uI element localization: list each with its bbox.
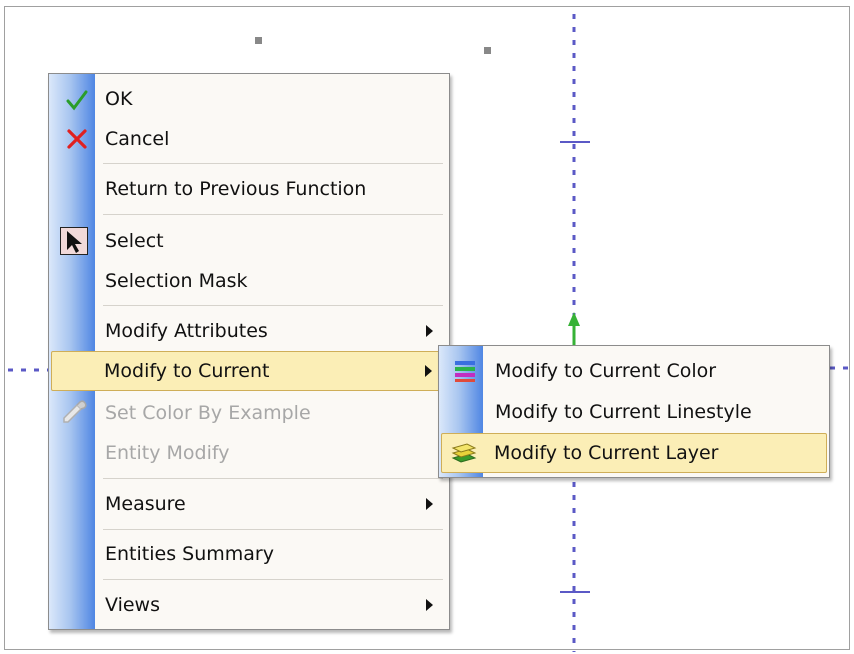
cross-icon bbox=[67, 129, 87, 149]
menu-item-label: Set Color By Example bbox=[105, 402, 311, 424]
menu-item-label: Select bbox=[105, 230, 164, 252]
menu-item-selection-mask[interactable]: Selection Mask bbox=[51, 260, 447, 302]
menu-item-label: Cancel bbox=[105, 128, 170, 150]
check-icon bbox=[66, 90, 88, 111]
submenu-item-modify-to-current-layer[interactable]: Modify to Current Layer bbox=[441, 433, 827, 473]
context-menu: OK Cancel Return to Previous Function Se… bbox=[48, 73, 450, 630]
menu-item-set-color-by-example[interactable]: Set Color By Example bbox=[51, 392, 447, 434]
cursor-arrow-icon bbox=[60, 227, 88, 255]
menu-item-label: Return to Previous Function bbox=[105, 178, 367, 200]
menu-item-cancel[interactable]: Cancel bbox=[51, 118, 447, 160]
selection-handle bbox=[484, 47, 491, 54]
menu-item-entities-summary[interactable]: Entities Summary bbox=[51, 533, 447, 575]
submenu-arrow-icon bbox=[426, 498, 433, 510]
submenu-item-label: Modify to Current Layer bbox=[494, 442, 719, 464]
menu-item-measure[interactable]: Measure bbox=[51, 483, 447, 525]
menu-item-label: Entity Modify bbox=[105, 442, 230, 464]
menu-item-label: Entities Summary bbox=[105, 543, 274, 565]
menu-item-entity-modify[interactable]: Entity Modify bbox=[51, 432, 447, 474]
menu-separator bbox=[103, 478, 443, 479]
submenu-item-modify-to-current-color[interactable]: Modify to Current Color bbox=[441, 350, 827, 392]
menu-item-ok[interactable]: OK bbox=[51, 78, 447, 120]
y-axis-arrow-icon bbox=[568, 312, 580, 345]
submenu-arrow-icon bbox=[425, 365, 432, 377]
menu-item-return-to-previous-function[interactable]: Return to Previous Function bbox=[51, 168, 447, 210]
submenu-item-label: Modify to Current Color bbox=[495, 360, 717, 382]
layers-icon bbox=[451, 443, 477, 463]
menu-item-label: Modify Attributes bbox=[105, 320, 268, 342]
menu-item-label: Measure bbox=[105, 493, 186, 515]
submenu-item-modify-to-current-linestyle[interactable]: Modify to Current Linestyle bbox=[441, 391, 827, 433]
color-bars-icon bbox=[455, 361, 475, 382]
menu-separator bbox=[103, 579, 443, 580]
menu-item-modify-to-current[interactable]: Modify to Current bbox=[51, 351, 447, 391]
selection-handle bbox=[255, 37, 262, 44]
menu-item-label: OK bbox=[105, 88, 133, 110]
submenu-arrow-icon bbox=[426, 325, 433, 337]
submenu-modify-to-current: Modify to Current Color Modify to Curren… bbox=[438, 345, 830, 478]
submenu-arrow-icon bbox=[426, 599, 433, 611]
eyedropper-icon bbox=[63, 400, 87, 423]
menu-separator bbox=[103, 163, 443, 164]
menu-separator bbox=[103, 529, 443, 530]
menu-item-views[interactable]: Views bbox=[51, 584, 447, 626]
menu-item-select[interactable]: Select bbox=[51, 220, 447, 262]
submenu-item-label: Modify to Current Linestyle bbox=[495, 401, 752, 423]
menu-separator bbox=[103, 305, 443, 306]
menu-item-modify-attributes[interactable]: Modify Attributes bbox=[51, 310, 447, 352]
menu-separator bbox=[103, 214, 443, 215]
menu-item-label: Views bbox=[105, 594, 160, 616]
menu-item-label: Selection Mask bbox=[105, 270, 248, 292]
menu-item-label: Modify to Current bbox=[104, 360, 270, 382]
